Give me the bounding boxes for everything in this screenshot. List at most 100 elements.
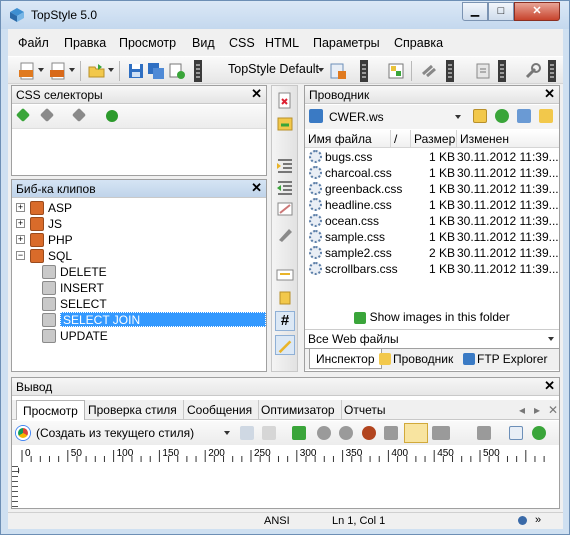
menu-file[interactable]: Файл (18, 36, 49, 50)
resize-icon[interactable] (477, 426, 491, 440)
workspace-select[interactable]: CWER.ws (329, 110, 384, 124)
file-row[interactable]: charcoal.css 1 KB 30.11.2012 11:39... (305, 165, 559, 181)
clip-item[interactable]: + ASP (12, 200, 266, 216)
folder-up-icon[interactable] (539, 109, 553, 123)
add-tag-icon[interactable] (15, 107, 31, 123)
clip-item[interactable]: DELETE (12, 264, 266, 280)
tab-ftp-explorer[interactable]: FTP Explorer (475, 349, 553, 369)
tabs-close-button[interactable]: ✕ (548, 403, 558, 417)
menu-help[interactable]: Справка (394, 36, 443, 50)
clip-item[interactable]: UPDATE (12, 328, 266, 344)
title-bar[interactable]: TopStyle 5.0 ▁ □ ✕ (1, 1, 569, 29)
tree-expander[interactable]: + (16, 235, 25, 244)
menu-html[interactable]: HTML (265, 36, 299, 50)
clip-library-close-button[interactable]: ✕ (251, 180, 262, 196)
tab-optimizer[interactable]: Оптимизатор (255, 400, 342, 420)
tree-view-icon[interactable] (517, 109, 531, 123)
file-row[interactable]: ocean.css 1 KB 30.11.2012 11:39... (305, 213, 559, 229)
forward-icon[interactable] (339, 426, 353, 440)
color-picker-icon[interactable] (387, 62, 405, 80)
tabs-scroll-left-button[interactable]: ◂ (519, 403, 525, 417)
edit-tag-icon[interactable] (39, 107, 55, 123)
tree-expander[interactable]: + (16, 203, 25, 212)
file-row[interactable]: greenback.css 1 KB 30.11.2012 11:39... (305, 181, 559, 197)
clip-item[interactable]: SELECT (12, 296, 266, 312)
tab-explorer[interactable]: Проводник (391, 349, 459, 369)
indent-icon[interactable] (275, 156, 295, 176)
pen-icon[interactable] (275, 224, 295, 244)
sync-icon[interactable] (495, 109, 509, 123)
tree-expander[interactable]: − (16, 251, 25, 260)
column-sort-indicator[interactable]: / (391, 130, 411, 148)
css-file-icon[interactable] (18, 62, 36, 80)
ruler-toggle-button[interactable] (404, 423, 428, 443)
close-button[interactable]: ✕ (514, 2, 560, 21)
clip-item[interactable]: SELECT JOIN (12, 312, 266, 328)
file-row[interactable]: bugs.css 1 KB 30.11.2012 11:39... (305, 149, 559, 165)
file-row[interactable]: scrollbars.css 1 KB 30.11.2012 11:39... (305, 261, 559, 277)
hash-button[interactable]: # (275, 311, 295, 331)
file-row[interactable]: sample2.css 2 KB 30.11.2012 11:39... (305, 245, 559, 261)
preview-source-select[interactable]: (Создать из текущего стиля) (36, 426, 194, 440)
file-row[interactable]: sample.css 1 KB 30.11.2012 11:39... (305, 229, 559, 245)
clip-item[interactable]: INSERT (12, 280, 266, 296)
show-images-row[interactable]: Show images in this folder (305, 307, 559, 327)
tab-inspector[interactable]: Инспектор (309, 349, 382, 369)
tab-messages[interactable]: Сообщения (181, 400, 260, 420)
settings-icon[interactable] (532, 426, 546, 440)
clip-item[interactable]: + PHP (12, 232, 266, 248)
tab-preview[interactable]: Просмотр (16, 400, 85, 420)
style-preset-icon[interactable] (329, 62, 347, 80)
tab-reports[interactable]: Отчеты (338, 400, 391, 420)
back-icon[interactable] (317, 426, 331, 440)
maximize-button[interactable]: □ (488, 2, 514, 21)
menu-options[interactable]: Параметры (313, 36, 380, 50)
device-icon[interactable] (432, 426, 450, 440)
output-close-button[interactable]: ✕ (544, 378, 555, 394)
menu-edit[interactable]: Правка (64, 36, 106, 50)
file-filter-select[interactable]: Все Web файлы (305, 329, 559, 347)
menu-css[interactable]: CSS (229, 36, 255, 50)
chrome-browser-icon[interactable] (16, 426, 30, 440)
outdent-icon[interactable] (275, 178, 295, 198)
open-file-icon[interactable] (275, 114, 295, 134)
tree-expander[interactable]: + (16, 219, 25, 228)
preview-area[interactable]: 0 50 100 150 200 250 300 350 400 450 500 0 (12, 446, 559, 508)
tabs-scroll-right-button[interactable]: ▸ (534, 403, 540, 417)
open-folder-icon[interactable] (88, 62, 106, 80)
layout-icon[interactable] (509, 426, 523, 440)
tools-icon[interactable] (524, 62, 542, 80)
bookmark-icon[interactable] (275, 288, 295, 308)
tab-style-check[interactable]: Проверка стиля (82, 400, 184, 420)
validate-icon[interactable] (474, 62, 492, 80)
css-selectors-close-button[interactable]: ✕ (251, 86, 262, 102)
style-preset-select[interactable]: TopStyle Default (228, 62, 319, 76)
preview-icon[interactable] (168, 62, 186, 80)
comment-icon[interactable] (275, 200, 295, 220)
file-row[interactable]: headline.css 1 KB 30.11.2012 11:39... (305, 197, 559, 213)
column-size[interactable]: Размер (411, 130, 457, 148)
refresh-selectors-icon[interactable] (106, 110, 118, 122)
link-icon[interactable] (420, 62, 438, 80)
debug-icon[interactable] (362, 426, 376, 440)
explorer-close-button[interactable]: ✕ (544, 86, 555, 102)
clip-item[interactable]: − SQL (12, 248, 266, 264)
status-more-button[interactable]: » (535, 514, 541, 526)
html-file-icon[interactable] (49, 62, 67, 80)
wrap-icon[interactable] (275, 264, 295, 284)
column-filename[interactable]: Имя файла (305, 130, 391, 148)
zoom-icon[interactable] (240, 426, 254, 440)
save-icon[interactable] (127, 62, 145, 80)
menu-show[interactable]: Вид (192, 36, 215, 50)
menu-view[interactable]: Просмотр (119, 36, 176, 50)
edit-preview-icon[interactable] (262, 426, 276, 440)
column-modified[interactable]: Изменен (457, 130, 559, 148)
brush-icon[interactable] (275, 335, 295, 355)
minimize-button[interactable]: ▁ (462, 2, 488, 21)
tag-icon[interactable] (71, 107, 87, 123)
clear-icon[interactable] (275, 91, 295, 111)
refresh-preview-icon[interactable] (292, 426, 306, 440)
favorite-folder-icon[interactable] (473, 109, 487, 123)
clip-item[interactable]: + JS (12, 216, 266, 232)
show-images-link[interactable]: Show images in this folder (370, 310, 510, 324)
